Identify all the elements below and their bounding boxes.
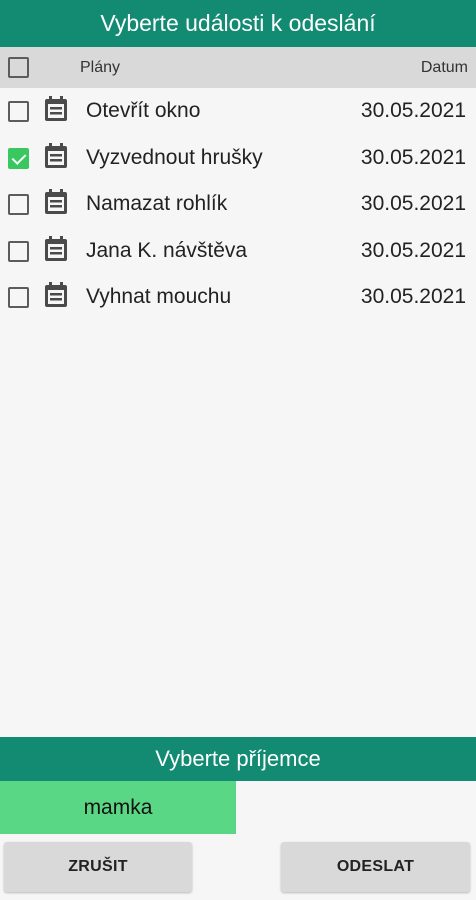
cancel-button[interactable]: ZRUŠIT (4, 842, 192, 892)
calendar-note-icon (45, 189, 67, 214)
recipient-item-selected[interactable]: mamka (0, 781, 236, 834)
event-row[interactable]: Otevřít okno 30.05.2021 (0, 88, 476, 135)
event-checkbox-checked[interactable] (8, 147, 29, 169)
event-row[interactable]: Vyzvednout hrušky 30.05.2021 (0, 135, 476, 182)
recipient-label: mamka (83, 795, 153, 819)
title-bar: Vyberte události k odeslání (0, 0, 476, 47)
event-checkbox[interactable] (8, 194, 29, 215)
calendar-note-icon (45, 235, 67, 261)
event-checkbox[interactable] (8, 287, 29, 308)
calendar-note-icon (45, 282, 67, 307)
calendar-note-icon (45, 96, 67, 121)
event-date: 30.05.2021 (360, 238, 466, 262)
send-button[interactable]: ODESLAT (281, 842, 470, 892)
event-title: Otevřít okno (86, 99, 201, 122)
column-plans-label: Plány (80, 59, 121, 76)
event-date: 30.05.2021 (360, 145, 466, 169)
list-header: Plány Datum (0, 47, 476, 88)
event-title: Vyzvednout hrušky (86, 145, 263, 169)
event-row[interactable]: Vyhnat mouchu 30.05.2021 (0, 274, 476, 321)
page-title: Vyberte události k odeslání (100, 10, 376, 36)
calendar-note-icon (45, 142, 67, 168)
event-title: Vyhnat mouchu (86, 285, 232, 308)
event-date: 30.05.2021 (360, 285, 466, 308)
event-row[interactable]: Jana K. návštěva 30.05.2021 (0, 228, 476, 275)
event-title: Jana K. návštěva (86, 238, 248, 262)
event-checkbox[interactable] (8, 240, 29, 262)
recipients-title: Vyberte příjemce (155, 746, 321, 771)
recipients-header: Vyberte příjemce (0, 737, 476, 781)
select-all-checkbox[interactable] (8, 57, 29, 78)
event-row[interactable]: Namazat rohlík 30.05.2021 (0, 181, 476, 228)
event-list: Otevřít okno 30.05.2021 Vyzvednout hrušk… (0, 88, 476, 321)
event-title: Namazat rohlík (86, 192, 228, 215)
event-checkbox[interactable] (8, 101, 29, 122)
column-date-label: Datum (420, 59, 468, 76)
event-date: 30.05.2021 (360, 192, 466, 215)
event-date: 30.05.2021 (360, 99, 466, 122)
